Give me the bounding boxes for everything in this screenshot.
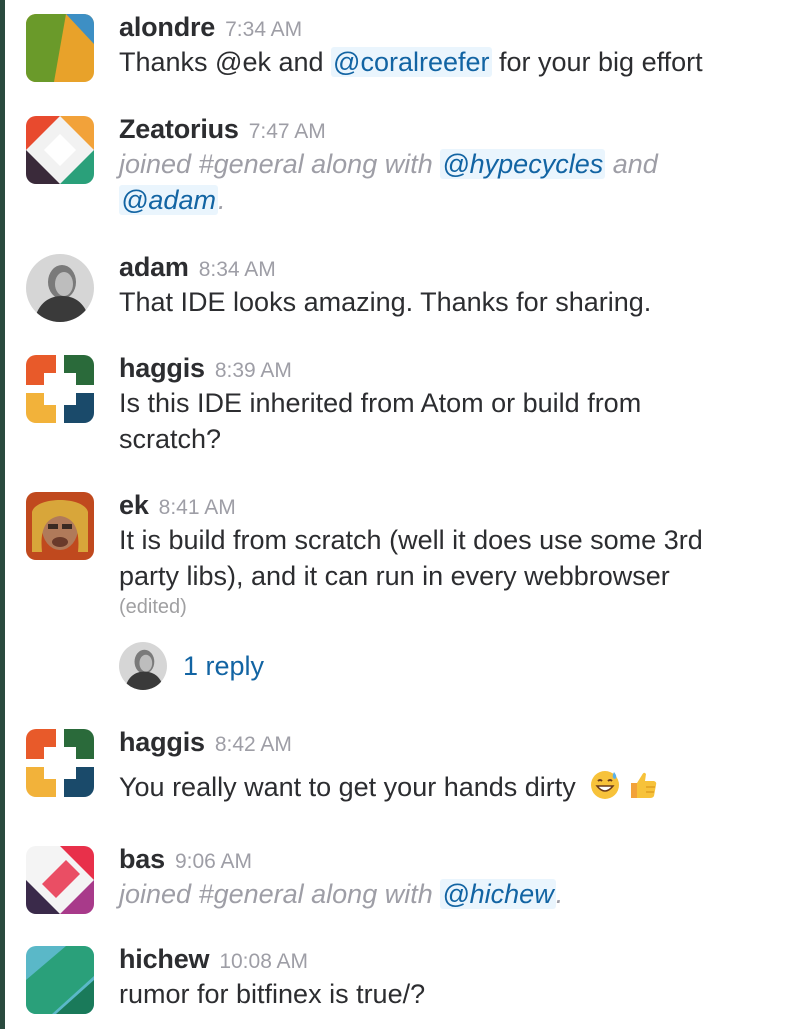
timestamp[interactable]: 8:39 AM [215,359,292,382]
user-mention[interactable]: @adam [119,185,218,215]
text-line: It is build from scratch (well it does u… [119,525,703,555]
user-name[interactable]: bas [119,844,165,874]
user-name[interactable]: ek [119,490,149,520]
avatar[interactable] [26,846,94,914]
message-text: It is build from scratch (well it does u… [119,522,779,594]
user-mention[interactable]: @hypecycles [440,149,606,179]
system-message: joined #general along with @hichew. [119,876,779,912]
thumbs-up-emoji-icon[interactable] [627,769,659,801]
avatar-icon [26,355,94,423]
text-segment: Thanks @ek and [119,47,332,77]
avatar[interactable] [26,492,94,560]
thread-reply[interactable]: 1 reply [119,640,264,692]
timestamp[interactable]: 10:08 AM [219,950,308,973]
edited-label: (edited) [119,596,187,618]
avatar-icon [26,846,94,914]
sidebar-edge [0,0,5,1029]
text-line: party libs), and it can run in every web… [119,561,670,591]
avatar-icon [26,14,94,82]
user-name[interactable]: haggis [119,727,205,757]
text-segment: and [605,149,658,179]
user-name[interactable]: adam [119,252,189,282]
reply-count-link[interactable]: 1 reply [183,651,264,682]
user-mention[interactable]: @hichew [440,879,556,909]
timestamp[interactable]: 8:34 AM [199,258,276,281]
sweat-smile-emoji-icon[interactable] [589,769,621,801]
message-text: That IDE looks amazing. Thanks for shari… [119,287,652,317]
text-segment: joined #general along with [119,149,441,179]
photo-icon [26,492,94,560]
reply-avatar [119,642,167,690]
text-line: scratch? [119,424,222,454]
timestamp[interactable]: 9:06 AM [175,850,252,873]
text-line: Is this IDE inherited from Atom or build… [119,388,642,418]
text-segment: You really want to get your hands dirty [119,772,576,802]
text-segment: for your big effort [491,47,703,77]
user-name[interactable]: hichew [119,944,210,974]
message-text: Is this IDE inherited from Atom or build… [119,385,779,457]
portrait-icon [119,642,167,690]
user-name[interactable]: alondre [119,12,215,42]
user-name[interactable]: Zeatorius [119,114,239,144]
portrait-icon [26,254,94,322]
avatar[interactable] [26,116,94,184]
avatar-icon [26,729,94,797]
avatar[interactable] [26,729,94,797]
system-message: joined #general along with @hypecycles a… [119,146,779,218]
avatar[interactable] [26,14,94,82]
user-name[interactable]: haggis [119,353,205,383]
avatar[interactable] [26,355,94,423]
text-segment: . [555,879,564,909]
text-segment: . [217,185,226,215]
message-text: You really want to get your hands dirty [119,769,779,805]
avatar[interactable] [26,254,94,322]
timestamp[interactable]: 8:42 AM [215,733,292,756]
timestamp[interactable]: 7:47 AM [249,120,326,143]
text-segment: joined #general along with [119,879,441,909]
timestamp[interactable]: 8:41 AM [159,496,236,519]
timestamp[interactable]: 7:34 AM [225,18,302,41]
avatar-icon [26,946,94,1014]
avatar-icon [26,116,94,184]
message-text: rumor for bitfinex is true/? [119,979,426,1009]
user-mention[interactable]: @coralreefer [331,47,492,77]
avatar[interactable] [26,946,94,1014]
message-text: Thanks @ek and @coralreefer for your big… [119,44,779,80]
